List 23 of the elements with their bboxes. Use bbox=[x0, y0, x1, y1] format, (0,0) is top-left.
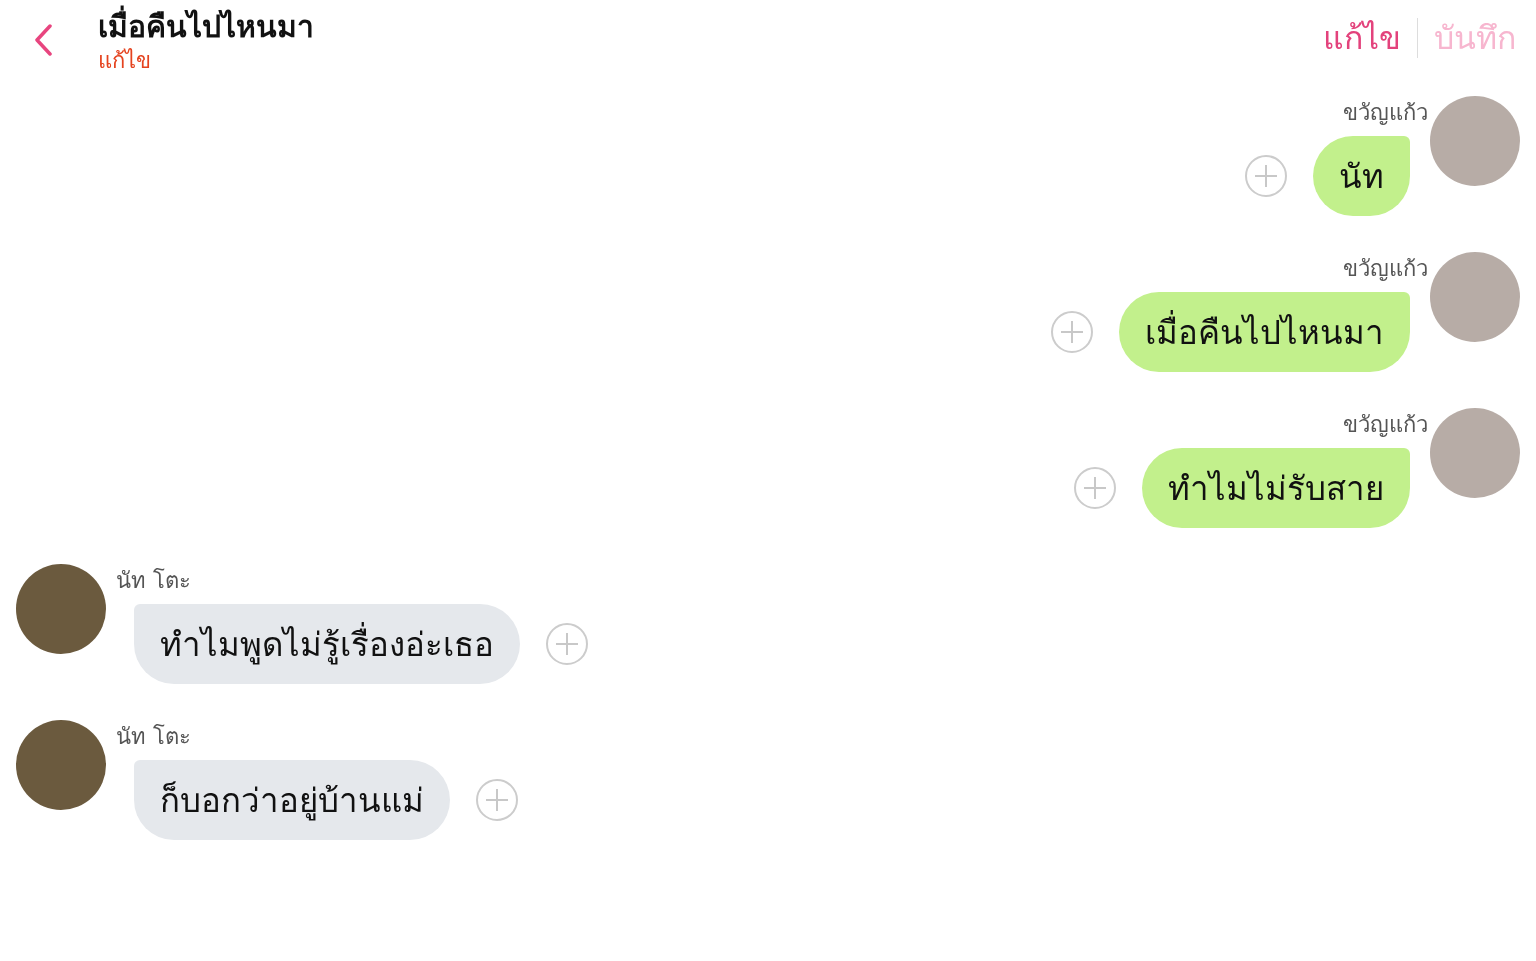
plus-icon bbox=[1083, 476, 1107, 500]
plus-icon bbox=[485, 788, 509, 812]
message-bubble: ทำไมไม่รับสาย bbox=[1142, 448, 1410, 528]
add-button[interactable] bbox=[1051, 311, 1093, 353]
sender-name: ขวัญแก้ว bbox=[1343, 411, 1428, 439]
add-button[interactable] bbox=[476, 779, 518, 821]
chevron-left-icon bbox=[34, 24, 52, 56]
chat-subtitle: แก้ไข bbox=[98, 47, 152, 75]
message-bubble: นัท bbox=[1313, 136, 1410, 216]
message-bubble: ก็บอกว่าอยู่บ้านแม่ bbox=[134, 760, 450, 840]
plus-icon bbox=[1254, 164, 1278, 188]
add-button[interactable] bbox=[546, 623, 588, 665]
sender-name: นัท โตะ bbox=[116, 723, 191, 751]
add-button[interactable] bbox=[1074, 467, 1116, 509]
plus-icon bbox=[1060, 320, 1084, 344]
sender-name: นัท โตะ bbox=[116, 567, 191, 595]
sender-name: ขวัญแก้ว bbox=[1343, 99, 1428, 127]
message-bubble: เมื่อคืนไปไหนมา bbox=[1119, 292, 1410, 372]
plus-icon bbox=[555, 632, 579, 656]
sender-name: ขวัญแก้ว bbox=[1343, 255, 1428, 283]
edit-button[interactable]: แก้ไข bbox=[1321, 18, 1403, 58]
message-bubble: ทำไมพูดไม่รู้เรื่องอ่ะเธอ bbox=[134, 604, 520, 684]
add-button[interactable] bbox=[1245, 155, 1287, 197]
